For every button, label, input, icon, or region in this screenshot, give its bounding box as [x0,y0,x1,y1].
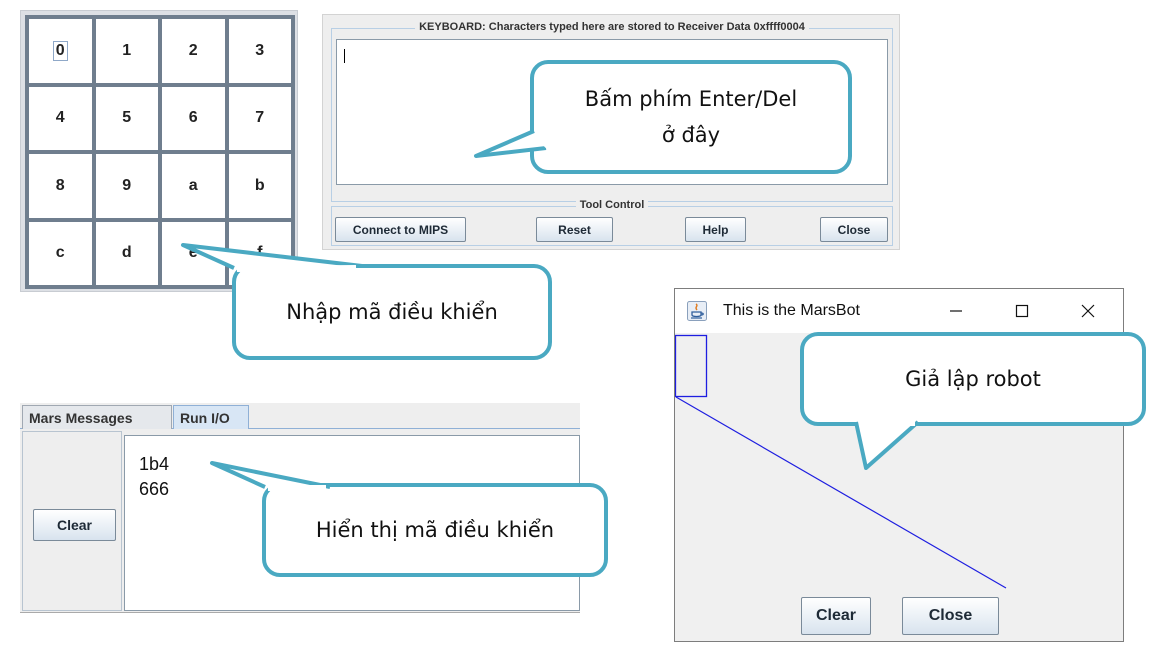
callout-pointer [210,461,331,489]
callout-pointer [181,243,363,270]
callout-pointer [854,420,920,470]
callout-pointers [181,129,920,491]
